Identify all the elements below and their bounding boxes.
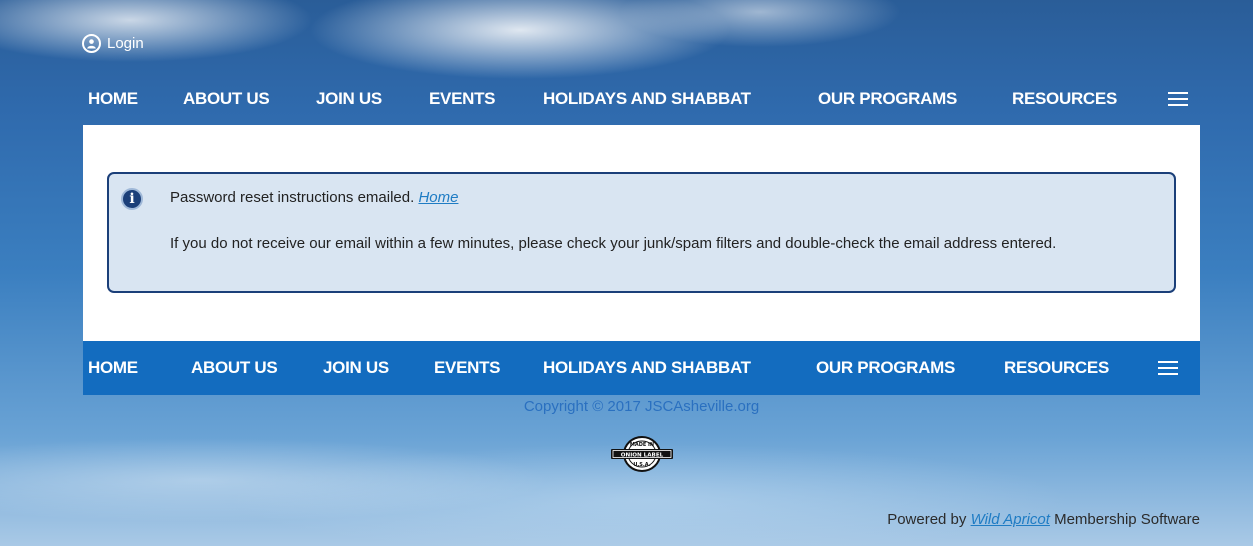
footer-nav-item-our-programs[interactable]: OUR PROGRAMS	[816, 341, 955, 395]
nav-item-our-programs[interactable]: OUR PROGRAMS	[818, 72, 957, 126]
footer-nav-item-events[interactable]: EVENTS	[434, 341, 501, 395]
footer-nav-item-home[interactable]: HOME	[88, 341, 138, 395]
badge-text-top: MADE IN	[630, 442, 654, 448]
footer-nav: HOME ABOUT US JOIN US EVENTS HOLIDAYS AN…	[83, 341, 1200, 395]
login-link[interactable]: Login	[82, 30, 144, 56]
footer-nav-item-about-us[interactable]: ABOUT US	[191, 341, 278, 395]
login-label: Login	[107, 34, 144, 52]
notice-message-line: Password reset instructions emailed. Hom…	[170, 189, 458, 206]
nav-item-holidays-and-shabbat[interactable]: HOLIDAYS AND SHABBAT	[543, 72, 751, 126]
hamburger-icon[interactable]	[1168, 92, 1188, 106]
nav-item-join-us[interactable]: JOIN US	[316, 72, 382, 126]
nav-item-about-us[interactable]: ABOUT US	[183, 72, 270, 126]
badge-text-middle: ONION LABEL	[621, 453, 664, 459]
footer-nav-item-join-us[interactable]: JOIN US	[323, 341, 389, 395]
main-nav: HOME ABOUT US JOIN US EVENTS HOLIDAYS AN…	[83, 72, 1200, 126]
info-notice: i Password reset instructions emailed. H…	[107, 172, 1176, 293]
footer-hamburger-icon[interactable]	[1158, 361, 1178, 375]
onion-label-badge-icon[interactable]: MADE IN ONION LABEL U.S.A.	[609, 436, 675, 472]
badge-text-bottom: U.S.A.	[633, 462, 650, 468]
powered-by: Powered by Wild Apricot Membership Softw…	[887, 511, 1200, 528]
powered-suffix: Membership Software	[1054, 511, 1200, 528]
main-content: i Password reset instructions emailed. H…	[83, 125, 1200, 341]
notice-message: Password reset instructions emailed.	[170, 189, 415, 206]
copyright-text: Copyright © 2017 JSCAsheville.org	[523, 398, 760, 415]
user-icon	[82, 33, 101, 53]
home-link[interactable]: Home	[418, 189, 458, 206]
nav-item-home[interactable]: HOME	[88, 72, 138, 126]
footer-nav-item-holidays-and-shabbat[interactable]: HOLIDAYS AND SHABBAT	[543, 341, 751, 395]
notice-details: If you do not receive our email within a…	[170, 235, 1057, 252]
footer-nav-item-resources[interactable]: RESOURCES	[1004, 341, 1109, 395]
info-icon: i	[121, 188, 143, 210]
nav-item-events[interactable]: EVENTS	[429, 72, 496, 126]
wild-apricot-link[interactable]: Wild Apricot	[971, 511, 1050, 528]
powered-prefix: Powered by	[887, 511, 967, 528]
nav-item-resources[interactable]: RESOURCES	[1012, 72, 1117, 126]
